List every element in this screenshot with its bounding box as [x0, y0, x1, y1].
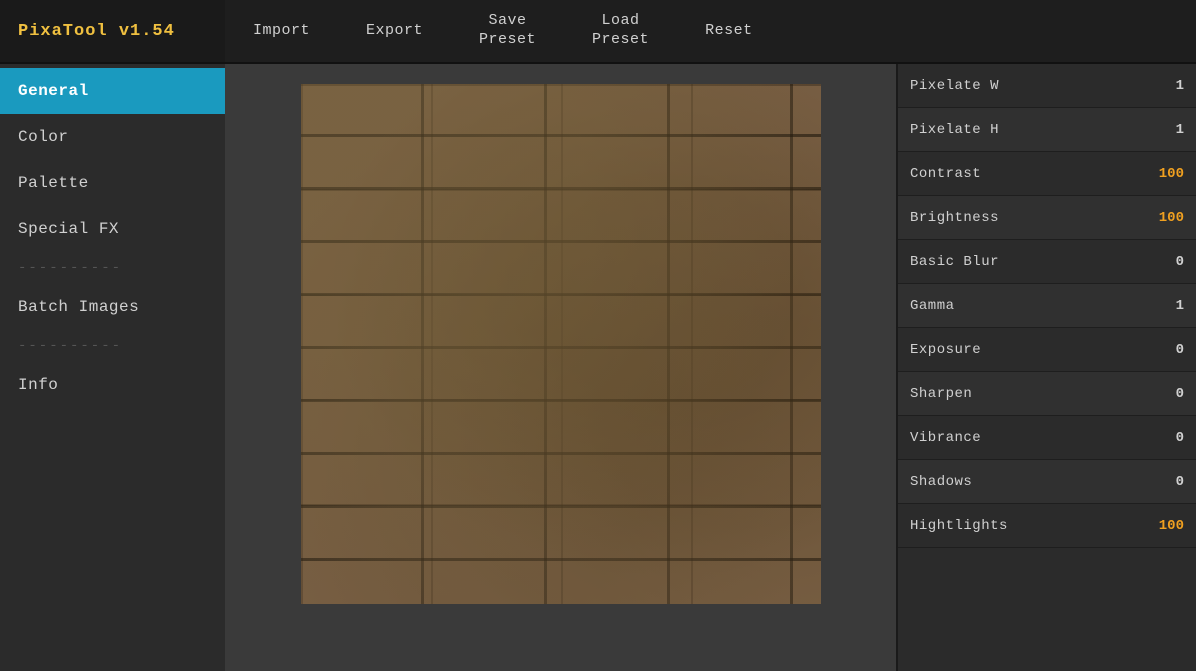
control-value-exposure: 0 — [1148, 342, 1184, 358]
main-layout: General Color Palette Special FX -------… — [0, 64, 1196, 671]
topbar: PixaTool v1.54 Import Export Save Preset… — [0, 0, 1196, 64]
sidebar-item-general[interactable]: General — [0, 68, 225, 114]
control-label-gamma: Gamma — [910, 298, 1148, 314]
sidebar-item-palette[interactable]: Palette — [0, 160, 225, 206]
control-value-sharpen: 0 — [1148, 386, 1184, 402]
sidebar-divider-2: ---------- — [0, 330, 225, 362]
control-row-highlights[interactable]: Hightlights100 — [898, 504, 1196, 548]
control-value-contrast: 100 — [1148, 166, 1184, 182]
save-preset-button[interactable]: Save Preset — [451, 0, 564, 62]
sidebar-divider-1: ---------- — [0, 252, 225, 284]
sidebar-item-info[interactable]: Info — [0, 362, 225, 408]
sidebar-item-batch-images[interactable]: Batch Images — [0, 284, 225, 330]
control-label-pixelate-h: Pixelate H — [910, 122, 1148, 138]
reset-button[interactable]: Reset — [677, 0, 781, 62]
control-value-vibrance: 0 — [1148, 430, 1184, 446]
control-value-shadows: 0 — [1148, 474, 1184, 490]
control-row-pixelate-w[interactable]: Pixelate W1 — [898, 64, 1196, 108]
control-row-pixelate-h[interactable]: Pixelate H1 — [898, 108, 1196, 152]
control-value-gamma: 1 — [1148, 298, 1184, 314]
control-value-highlights: 100 — [1148, 518, 1184, 534]
control-value-pixelate-h: 1 — [1148, 122, 1184, 138]
control-label-brightness: Brightness — [910, 210, 1148, 226]
control-value-pixelate-w: 1 — [1148, 78, 1184, 94]
right-panel: Pixelate W1Pixelate H1Contrast100Brightn… — [896, 64, 1196, 671]
control-label-vibrance: Vibrance — [910, 430, 1148, 446]
control-label-highlights: Hightlights — [910, 518, 1148, 534]
control-row-contrast[interactable]: Contrast100 — [898, 152, 1196, 196]
control-row-sharpen[interactable]: Sharpen0 — [898, 372, 1196, 416]
import-button[interactable]: Import — [225, 0, 338, 62]
canvas-area — [225, 64, 896, 671]
export-button[interactable]: Export — [338, 0, 451, 62]
control-row-shadows[interactable]: Shadows0 — [898, 460, 1196, 504]
control-value-basic-blur: 0 — [1148, 254, 1184, 270]
stone-wall-texture — [301, 84, 821, 604]
control-row-brightness[interactable]: Brightness100 — [898, 196, 1196, 240]
control-label-sharpen: Sharpen — [910, 386, 1148, 402]
control-row-exposure[interactable]: Exposure0 — [898, 328, 1196, 372]
control-label-exposure: Exposure — [910, 342, 1148, 358]
control-row-vibrance[interactable]: Vibrance0 — [898, 416, 1196, 460]
control-row-gamma[interactable]: Gamma1 — [898, 284, 1196, 328]
load-preset-button[interactable]: Load Preset — [564, 0, 677, 62]
app-title: PixaTool v1.54 — [0, 0, 225, 62]
image-preview — [301, 84, 821, 604]
control-label-pixelate-w: Pixelate W — [910, 78, 1148, 94]
control-label-contrast: Contrast — [910, 166, 1148, 182]
control-label-shadows: Shadows — [910, 474, 1148, 490]
sidebar-item-color[interactable]: Color — [0, 114, 225, 160]
control-row-basic-blur[interactable]: Basic Blur0 — [898, 240, 1196, 284]
control-label-basic-blur: Basic Blur — [910, 254, 1148, 270]
control-value-brightness: 100 — [1148, 210, 1184, 226]
sidebar-item-special-fx[interactable]: Special FX — [0, 206, 225, 252]
sidebar: General Color Palette Special FX -------… — [0, 64, 225, 671]
